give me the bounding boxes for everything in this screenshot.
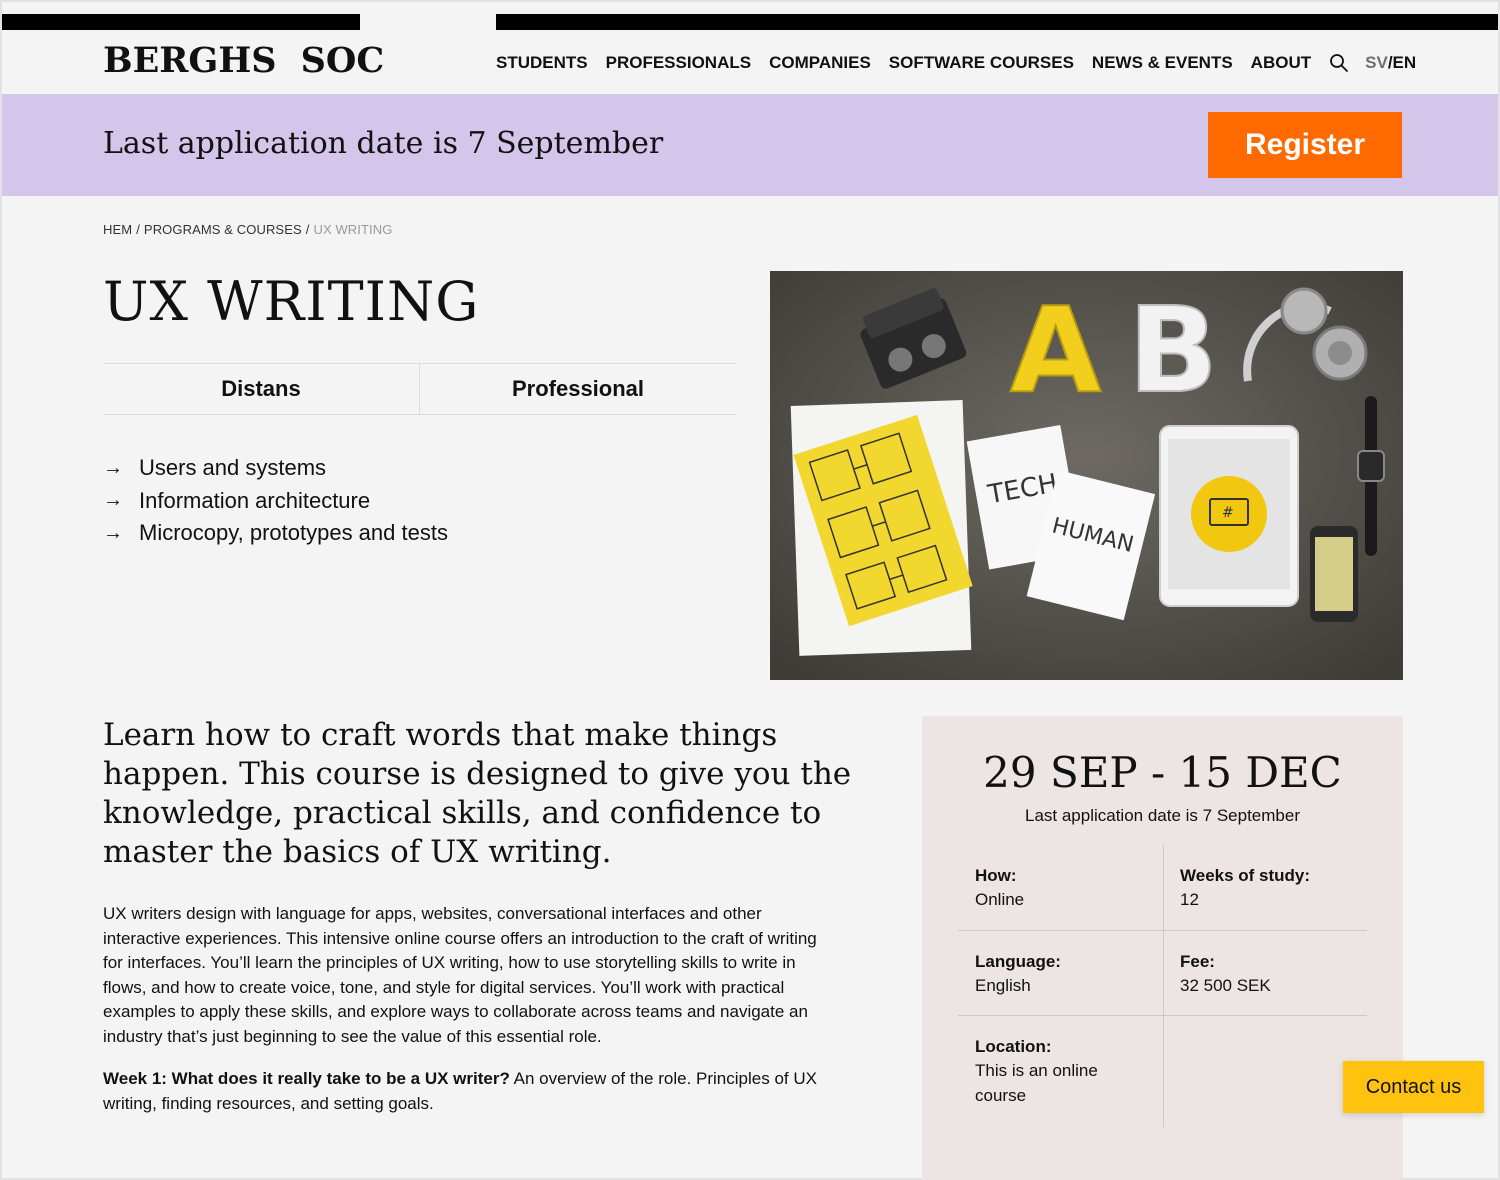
fact-label: Fee: — [1180, 952, 1215, 971]
topic-label: Information architecture — [139, 487, 371, 513]
course-topics: → Users and systems → Information architec… — [103, 452, 448, 550]
application-banner: Last application date is 7 September Reg… — [2, 94, 1498, 196]
header-bar-right — [496, 14, 1498, 30]
tablet-icon: # — [1159, 425, 1299, 607]
phone-icon — [1310, 526, 1358, 622]
logo-part-2: SOC — [300, 40, 385, 81]
facts-divider — [958, 930, 1367, 931]
nav-item-news-events[interactable]: NEWS & EVENTS — [1092, 53, 1233, 73]
breadcrumb-home[interactable]: HEM — [103, 222, 132, 237]
breadcrumb: HEM / PROGRAMS & COURSES / UX WRITING — [103, 222, 392, 237]
lang-en[interactable]: EN — [1393, 53, 1417, 72]
fact-value: Online — [975, 890, 1025, 909]
fact-value: 12 — [1180, 890, 1199, 909]
course-dates: 29 SEP - 15 DEC — [983, 748, 1342, 797]
course-info-card: 29 SEP - 15 DEC Last application date is… — [922, 716, 1403, 1180]
fact-value: This is an online course — [975, 1061, 1098, 1105]
logo-part-1: BERGHS — [103, 40, 277, 81]
nav-item-about[interactable]: ABOUT — [1251, 53, 1311, 73]
search-icon[interactable] — [1329, 53, 1349, 73]
register-button[interactable]: Register — [1208, 112, 1402, 178]
topic-item: → Users and systems — [103, 452, 448, 485]
fact-fee: Fee: 32 500 SEK — [1163, 950, 1367, 999]
hero-image: A B TECH HUMAN # — [770, 271, 1403, 680]
topic-item: → Information architecture — [103, 485, 448, 518]
tag-distans: Distans — [221, 376, 301, 401]
arrow-right-icon: → — [103, 521, 123, 544]
letter-b: B — [1128, 281, 1218, 419]
topic-label: Microcopy, prototypes and tests — [139, 520, 448, 546]
nav-item-students[interactable]: STUDENTS — [496, 53, 588, 73]
page-title: UX WRITING — [103, 270, 480, 333]
fact-location: Location: This is an online course — [958, 1035, 1128, 1108]
breadcrumb-current: UX WRITING — [313, 222, 393, 237]
fact-value: English — [975, 976, 1031, 995]
arrow-right-icon: → — [103, 489, 123, 512]
topic-label: Users and systems — [139, 455, 327, 481]
language-switcher[interactable]: SV/EN — [1365, 53, 1416, 73]
site-logo[interactable]: BERGHS SOC — [103, 40, 384, 81]
facts-divider — [958, 1015, 1367, 1016]
tag-professional: Professional — [419, 364, 736, 414]
course-lead: Learn how to craft words that make thing… — [103, 717, 852, 870]
card-application-date: Last application date is 7 September — [1024, 806, 1300, 825]
header-bar-left — [2, 14, 360, 30]
week-1-heading: Week 1: What does it really take to be a… — [103, 1069, 510, 1088]
fact-label: Language: — [975, 952, 1061, 971]
lang-sv[interactable]: SV — [1365, 53, 1388, 72]
tablet-symbol: # — [1222, 505, 1234, 521]
course-tags: Distans Professional — [103, 363, 736, 415]
nav-item-professionals[interactable]: PROFESSIONALS — [606, 53, 751, 73]
fact-language: Language: English — [958, 950, 1162, 999]
hero-illustration: A B TECH HUMAN # — [770, 271, 1403, 680]
letter-a: A — [1010, 281, 1101, 419]
fact-label: Location: — [975, 1037, 1052, 1056]
fact-weeks: Weeks of study: 12 — [1163, 864, 1367, 913]
fact-value: 32 500 SEK — [1180, 976, 1271, 995]
breadcrumb-separator: / — [305, 222, 310, 237]
contact-us-button[interactable]: Contact us — [1343, 1061, 1484, 1113]
breadcrumb-separator: / — [136, 222, 140, 237]
nav-item-companies[interactable]: COMPANIES — [769, 53, 871, 73]
breadcrumb-programs[interactable]: PROGRAMS & COURSES — [144, 222, 302, 237]
course-description: UX writers design with language for apps… — [103, 904, 817, 1046]
main-nav: STUDENTS PROFESSIONALS COMPANIES SOFTWAR… — [496, 52, 1416, 74]
fact-how: How: Online — [958, 864, 1162, 913]
fact-label: Weeks of study: — [1180, 866, 1311, 885]
fact-label: How: — [975, 866, 1017, 885]
week-1-description: Week 1: What does it really take to be a… — [103, 1067, 823, 1116]
nav-item-software-courses[interactable]: SOFTWARE COURSES — [889, 53, 1074, 73]
topic-item: → Microcopy, prototypes and tests — [103, 517, 448, 550]
banner-text: Last application date is 7 September — [103, 126, 664, 161]
arrow-right-icon: → — [103, 456, 123, 479]
